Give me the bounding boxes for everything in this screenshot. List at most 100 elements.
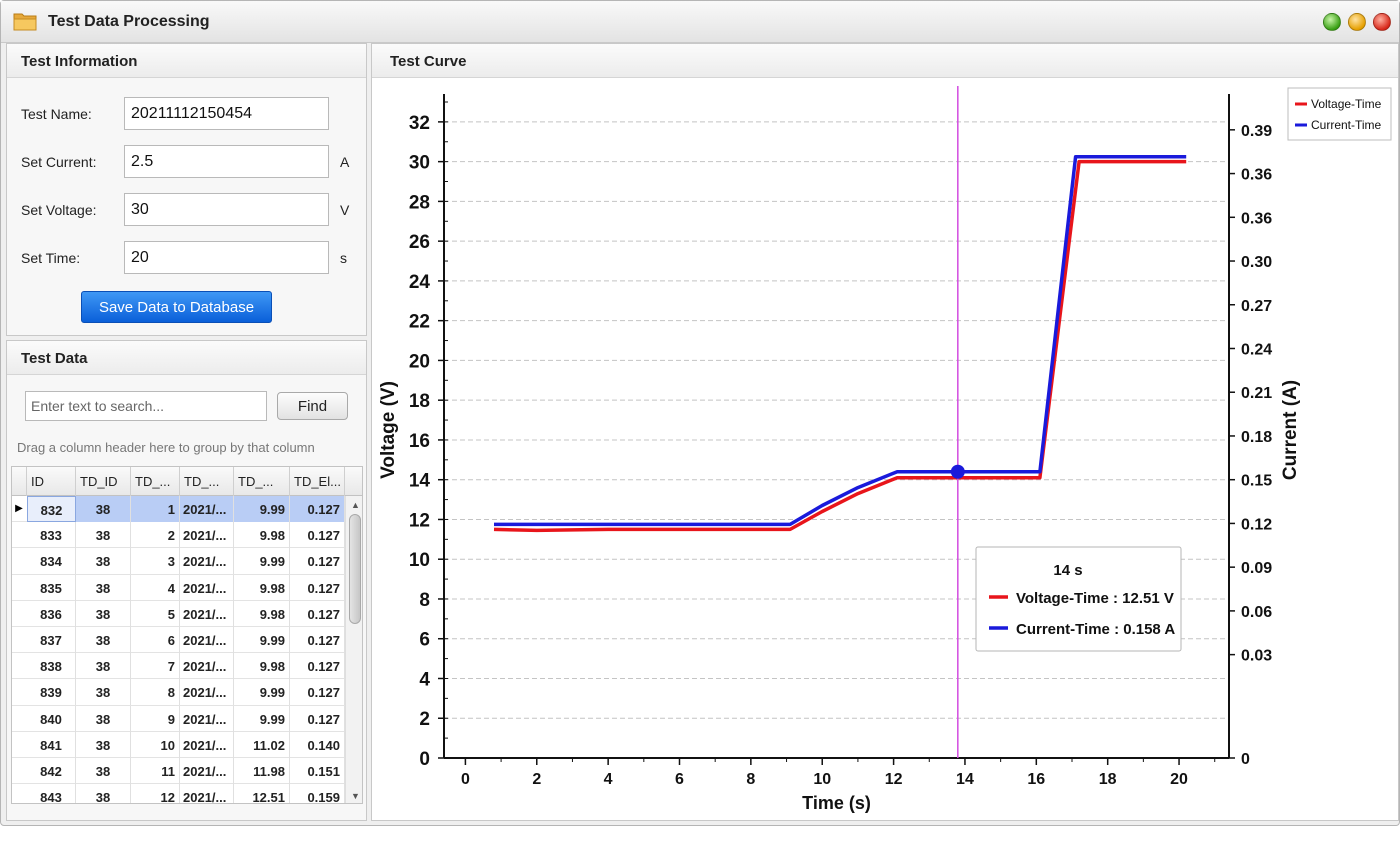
- cell-td-id[interactable]: 38: [76, 496, 131, 522]
- cell-date[interactable]: 2021/...: [180, 784, 234, 803]
- cell-voltage[interactable]: 9.99: [234, 679, 290, 706]
- cell-id[interactable]: 842: [27, 758, 76, 784]
- cell-current[interactable]: 0.127: [290, 600, 345, 627]
- cell-voltage[interactable]: 9.98: [234, 653, 290, 680]
- cell-voltage[interactable]: 11.98: [234, 758, 290, 784]
- cell-date[interactable]: 2021/...: [180, 496, 234, 522]
- cell-td-id[interactable]: 38: [76, 758, 131, 784]
- cell-id[interactable]: 843: [27, 784, 76, 803]
- cell-id[interactable]: 835: [27, 574, 76, 601]
- cell-index[interactable]: 5: [131, 600, 180, 627]
- cell-date[interactable]: 2021/...: [180, 600, 234, 627]
- minimize-button[interactable]: [1323, 13, 1341, 31]
- cell-id[interactable]: 838: [27, 653, 76, 680]
- cell-td-id[interactable]: 38: [76, 705, 131, 732]
- save-data-button[interactable]: Save Data to Database: [81, 291, 272, 323]
- scroll-down-icon[interactable]: ▼: [351, 791, 360, 801]
- cell-td-id[interactable]: 38: [76, 731, 131, 758]
- cell-index[interactable]: 6: [131, 627, 180, 653]
- column-header-4[interactable]: TD_...: [180, 467, 234, 496]
- cell-date[interactable]: 2021/...: [180, 627, 234, 653]
- cell-voltage[interactable]: 9.99: [234, 496, 290, 522]
- cell-voltage[interactable]: 9.99: [234, 705, 290, 732]
- cell-td-id[interactable]: 38: [76, 627, 131, 653]
- cell-index[interactable]: 7: [131, 653, 180, 680]
- cell-date[interactable]: 2021/...: [180, 758, 234, 784]
- cell-voltage[interactable]: 12.51: [234, 784, 290, 803]
- cell-date[interactable]: 2021/...: [180, 705, 234, 732]
- cell-current[interactable]: 0.127: [290, 574, 345, 601]
- cell-index[interactable]: 12: [131, 784, 180, 803]
- table-row[interactable]: 837 38 6 2021/... 9.99 0.127: [12, 627, 345, 654]
- cell-index[interactable]: 2: [131, 522, 180, 549]
- cell-current[interactable]: 0.127: [290, 705, 345, 732]
- find-button[interactable]: Find: [277, 392, 348, 420]
- close-button[interactable]: [1373, 13, 1391, 31]
- column-header-6[interactable]: TD_El...: [290, 467, 345, 496]
- cell-td-id[interactable]: 38: [76, 548, 131, 575]
- table-row[interactable]: 836 38 5 2021/... 9.98 0.127: [12, 600, 345, 627]
- scroll-thumb[interactable]: [349, 514, 361, 624]
- cell-id[interactable]: 836: [27, 600, 76, 627]
- cell-voltage[interactable]: 9.99: [234, 548, 290, 575]
- search-input[interactable]: [25, 391, 267, 421]
- cursor-marker[interactable]: [950, 464, 965, 479]
- cell-td-id[interactable]: 38: [76, 600, 131, 627]
- cell-voltage[interactable]: 9.98: [234, 600, 290, 627]
- table-row[interactable]: 833 38 2 2021/... 9.98 0.127: [12, 522, 345, 549]
- cell-date[interactable]: 2021/...: [180, 574, 234, 601]
- cell-id[interactable]: 840: [27, 705, 76, 732]
- cell-td-id[interactable]: 38: [76, 522, 131, 549]
- table-row[interactable]: 834 38 3 2021/... 9.99 0.127: [12, 548, 345, 575]
- cell-index[interactable]: 4: [131, 574, 180, 601]
- title-bar[interactable]: Test Data Processing: [1, 1, 1399, 43]
- legend-item[interactable]: Current-Time: [1311, 118, 1382, 132]
- cell-date[interactable]: 2021/...: [180, 731, 234, 758]
- cell-current[interactable]: 0.127: [290, 496, 345, 522]
- table-row[interactable]: 840 38 9 2021/... 9.99 0.127: [12, 705, 345, 732]
- legend-item[interactable]: Voltage-Time: [1311, 97, 1382, 111]
- cell-current[interactable]: 0.151: [290, 758, 345, 784]
- column-header-5[interactable]: TD_...: [234, 467, 290, 496]
- cell-date[interactable]: 2021/...: [180, 548, 234, 575]
- cell-voltage[interactable]: 9.98: [234, 574, 290, 601]
- cell-index[interactable]: 3: [131, 548, 180, 575]
- cell-current[interactable]: 0.127: [290, 548, 345, 575]
- table-row[interactable]: 841 38 10 2021/... 11.02 0.140: [12, 731, 345, 758]
- cell-date[interactable]: 2021/...: [180, 522, 234, 549]
- cell-date[interactable]: 2021/...: [180, 679, 234, 706]
- cell-date[interactable]: 2021/...: [180, 653, 234, 680]
- cell-current[interactable]: 0.127: [290, 653, 345, 680]
- cell-current[interactable]: 0.127: [290, 627, 345, 653]
- column-header-id[interactable]: ID: [27, 467, 76, 496]
- cell-current[interactable]: 0.127: [290, 522, 345, 549]
- cell-td-id[interactable]: 38: [76, 653, 131, 680]
- table-row[interactable]: 839 38 8 2021/... 9.99 0.127: [12, 679, 345, 706]
- test-name-field[interactable]: [124, 97, 329, 130]
- cell-td-id[interactable]: 38: [76, 574, 131, 601]
- cell-index[interactable]: 9: [131, 705, 180, 732]
- cell-id[interactable]: 833: [27, 522, 76, 549]
- table-row[interactable]: 835 38 4 2021/... 9.98 0.127: [12, 574, 345, 601]
- cell-index[interactable]: 11: [131, 758, 180, 784]
- scroll-up-icon[interactable]: ▲: [351, 500, 360, 510]
- cell-id[interactable]: 834: [27, 548, 76, 575]
- cell-current[interactable]: 0.140: [290, 731, 345, 758]
- cell-index[interactable]: 10: [131, 731, 180, 758]
- set-current-field[interactable]: [124, 145, 329, 178]
- table-row[interactable]: 843 38 12 2021/... 12.51 0.159: [12, 784, 345, 803]
- grid-scrollbar[interactable]: ▲ ▼: [345, 496, 362, 803]
- test-curve-chart[interactable]: 024681012141618202224262830320 2 4 6 8 10 12 14…: [372, 78, 1398, 820]
- table-row[interactable]: 842 38 11 2021/... 11.98 0.151: [12, 758, 345, 785]
- column-header-td-id[interactable]: TD_ID: [76, 467, 131, 496]
- cell-current[interactable]: 0.159: [290, 784, 345, 803]
- cell-index[interactable]: 1: [131, 496, 180, 522]
- table-row[interactable]: 838 38 7 2021/... 9.98 0.127: [12, 653, 345, 680]
- group-by-hint[interactable]: Drag a column header here to group by th…: [17, 440, 315, 455]
- cell-id[interactable]: 837: [27, 627, 76, 653]
- cell-voltage[interactable]: 9.98: [234, 522, 290, 549]
- cell-index[interactable]: 8: [131, 679, 180, 706]
- cell-id[interactable]: 839: [27, 679, 76, 706]
- set-time-field[interactable]: [124, 241, 329, 274]
- cell-voltage[interactable]: 11.02: [234, 731, 290, 758]
